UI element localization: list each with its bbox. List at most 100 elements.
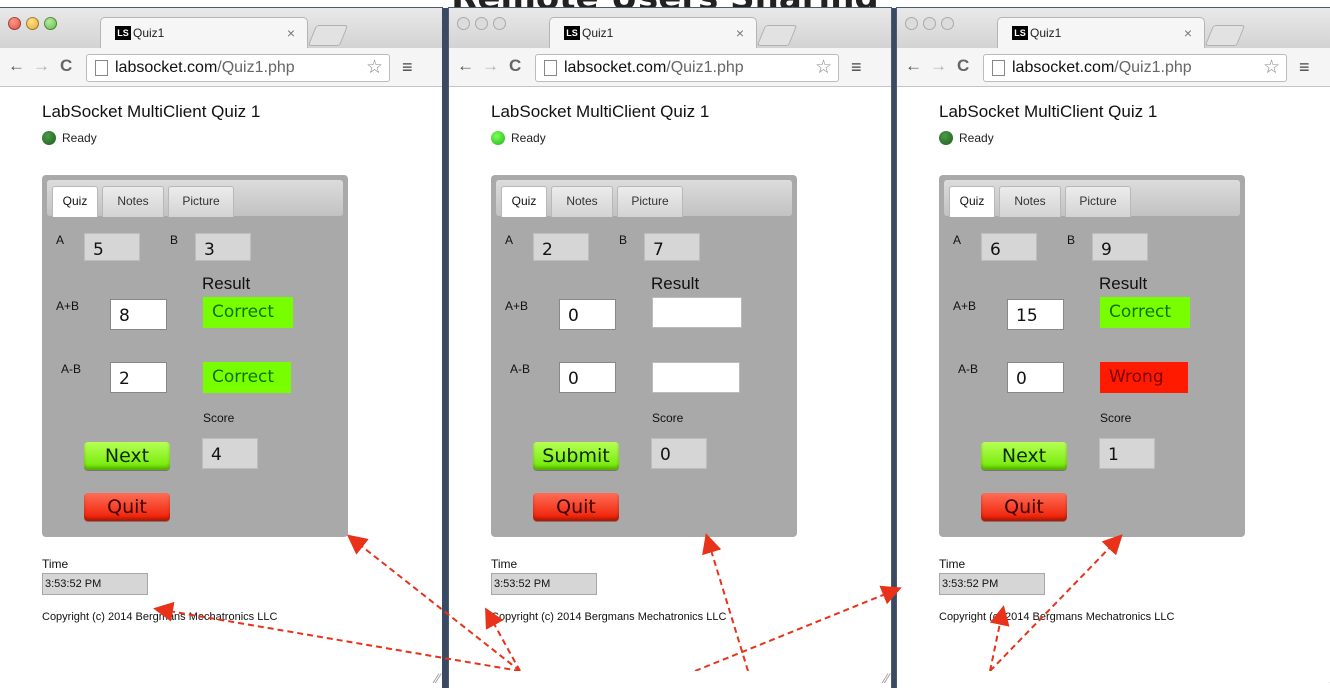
time-label: Time: [42, 557, 69, 571]
quit-button[interactable]: Quit: [533, 493, 619, 521]
diff-result: Wrong: [1100, 362, 1188, 393]
sum-input[interactable]: 0: [559, 299, 616, 330]
score-label: Score: [1100, 411, 1132, 425]
copyright-text: Copyright (c) 2014 Bergmans Mechatronics…: [42, 611, 278, 623]
quit-button[interactable]: Quit: [981, 493, 1067, 521]
close-window-button[interactable]: [457, 17, 470, 30]
quiz-tab-bar: Quiz Notes Picture: [944, 180, 1240, 217]
tab-quiz[interactable]: Quiz: [949, 186, 995, 217]
diff-input[interactable]: 0: [1007, 362, 1064, 393]
back-icon[interactable]: ←: [8, 56, 25, 76]
tab-notes[interactable]: Notes: [551, 186, 613, 217]
menu-icon[interactable]: ≡: [402, 57, 413, 78]
forward-icon[interactable]: →: [930, 56, 947, 76]
zoom-window-button[interactable]: [941, 17, 954, 30]
browser-window-3: LS Quiz1 × ← → C labsocket.com/Quiz1.php…: [897, 8, 1330, 688]
diff-result: Correct: [203, 362, 291, 393]
forward-icon[interactable]: →: [482, 56, 499, 76]
browser-tab[interactable]: LS Quiz1 ×: [100, 17, 308, 49]
menu-icon[interactable]: ≡: [1299, 57, 1310, 78]
quiz-tab-bar: Quiz Notes Picture: [47, 180, 343, 217]
tab-close-icon[interactable]: ×: [736, 25, 744, 41]
bookmark-star-icon[interactable]: ☆: [1263, 56, 1280, 79]
field-b: 3: [195, 233, 251, 261]
reload-icon[interactable]: C: [509, 56, 521, 76]
label-sum: A+B: [953, 299, 977, 313]
diff-input[interactable]: 0: [559, 362, 616, 393]
browser-tab[interactable]: LS Quiz1 ×: [997, 17, 1205, 49]
result-header: Result: [651, 274, 700, 293]
zoom-window-button[interactable]: [493, 17, 506, 30]
field-b: 7: [644, 233, 700, 261]
tab-close-icon[interactable]: ×: [287, 25, 295, 41]
diff-result: [652, 362, 740, 393]
tab-picture[interactable]: Picture: [1065, 186, 1131, 217]
copyright-text: Copyright (c) 2014 Bergmans Mechatronics…: [491, 611, 727, 623]
quit-button[interactable]: Quit: [84, 493, 170, 521]
field-a: 2: [533, 233, 589, 261]
reload-icon[interactable]: C: [957, 56, 969, 76]
tab-picture[interactable]: Picture: [617, 186, 683, 217]
close-window-button[interactable]: [905, 17, 918, 30]
tab-picture[interactable]: Picture: [168, 186, 234, 217]
new-tab-button[interactable]: [1204, 25, 1246, 46]
resize-grip-icon[interactable]: ⁄⁄: [884, 670, 889, 686]
browser-window-2: LS Quiz1 × ← → C labsocket.com/Quiz1.php…: [449, 8, 891, 688]
tab-strip: LS Quiz1 ×: [897, 8, 1330, 49]
quiz-panel: Quiz Notes Picture A 5 B 3 Result A+B 8 …: [42, 175, 348, 537]
copyright-text: Copyright (c) 2014 Bergmans Mechatronics…: [939, 611, 1175, 623]
minimize-window-button[interactable]: [475, 17, 488, 30]
sum-input[interactable]: 8: [110, 299, 167, 330]
address-bar[interactable]: labsocket.com/Quiz1.php ☆: [983, 54, 1287, 82]
tab-quiz[interactable]: Quiz: [501, 186, 547, 217]
minimize-window-button[interactable]: [26, 17, 39, 30]
address-bar[interactable]: labsocket.com/Quiz1.php ☆: [86, 54, 390, 82]
time-field: 3:53:52 PM: [939, 573, 1045, 595]
result-header: Result: [1099, 274, 1148, 293]
quiz-panel: Quiz Notes Picture A 6 B 9 Result A+B 15…: [939, 175, 1245, 537]
time-label: Time: [491, 557, 518, 571]
label-a: A: [56, 233, 65, 247]
tab-title: Quiz1: [582, 26, 614, 40]
browser-toolbar: ← → C labsocket.com/Quiz1.php ☆ ≡: [449, 48, 891, 87]
time-label: Time: [939, 557, 966, 571]
zoom-window-button[interactable]: [44, 17, 57, 30]
label-a: A: [505, 233, 514, 247]
bookmark-star-icon[interactable]: ☆: [366, 56, 383, 79]
menu-icon[interactable]: ≡: [851, 57, 862, 78]
label-sum: A+B: [505, 299, 529, 313]
status-indicator-icon: [491, 131, 505, 145]
close-window-button[interactable]: [8, 17, 21, 30]
tab-quiz[interactable]: Quiz: [52, 186, 98, 217]
browser-window-1: LS Quiz1 × ← → C labsocket.com/Quiz1.php…: [0, 8, 442, 688]
minimize-window-button[interactable]: [923, 17, 936, 30]
status-text: Ready: [959, 131, 994, 145]
primary-button[interactable]: Next: [981, 442, 1067, 470]
sum-input[interactable]: 15: [1007, 299, 1064, 330]
reload-icon[interactable]: C: [60, 56, 72, 76]
sum-result: Correct: [1100, 297, 1190, 328]
back-icon[interactable]: ←: [457, 56, 474, 76]
labsocket-favicon-icon: LS: [564, 26, 580, 40]
tab-notes[interactable]: Notes: [102, 186, 164, 217]
browser-tab[interactable]: LS Quiz1 ×: [549, 17, 757, 49]
diff-input[interactable]: 2: [110, 362, 167, 393]
primary-button[interactable]: Next: [84, 442, 170, 470]
result-header: Result: [202, 274, 251, 293]
bookmark-star-icon[interactable]: ☆: [815, 56, 832, 79]
tab-notes[interactable]: Notes: [999, 186, 1061, 217]
back-icon[interactable]: ←: [905, 56, 922, 76]
status-indicator-icon: [939, 131, 953, 145]
tab-title: Quiz1: [133, 26, 165, 40]
resize-grip-icon[interactable]: ⁄⁄: [435, 670, 440, 686]
sum-result: Correct: [203, 297, 293, 328]
new-tab-button[interactable]: [307, 25, 349, 46]
window-controls: [905, 17, 954, 30]
window-controls: [457, 17, 506, 30]
status-text: Ready: [511, 131, 546, 145]
primary-button[interactable]: Submit: [533, 442, 619, 470]
forward-icon[interactable]: →: [33, 56, 50, 76]
tab-close-icon[interactable]: ×: [1184, 25, 1192, 41]
address-bar[interactable]: labsocket.com/Quiz1.php ☆: [535, 54, 839, 82]
new-tab-button[interactable]: [756, 25, 798, 46]
